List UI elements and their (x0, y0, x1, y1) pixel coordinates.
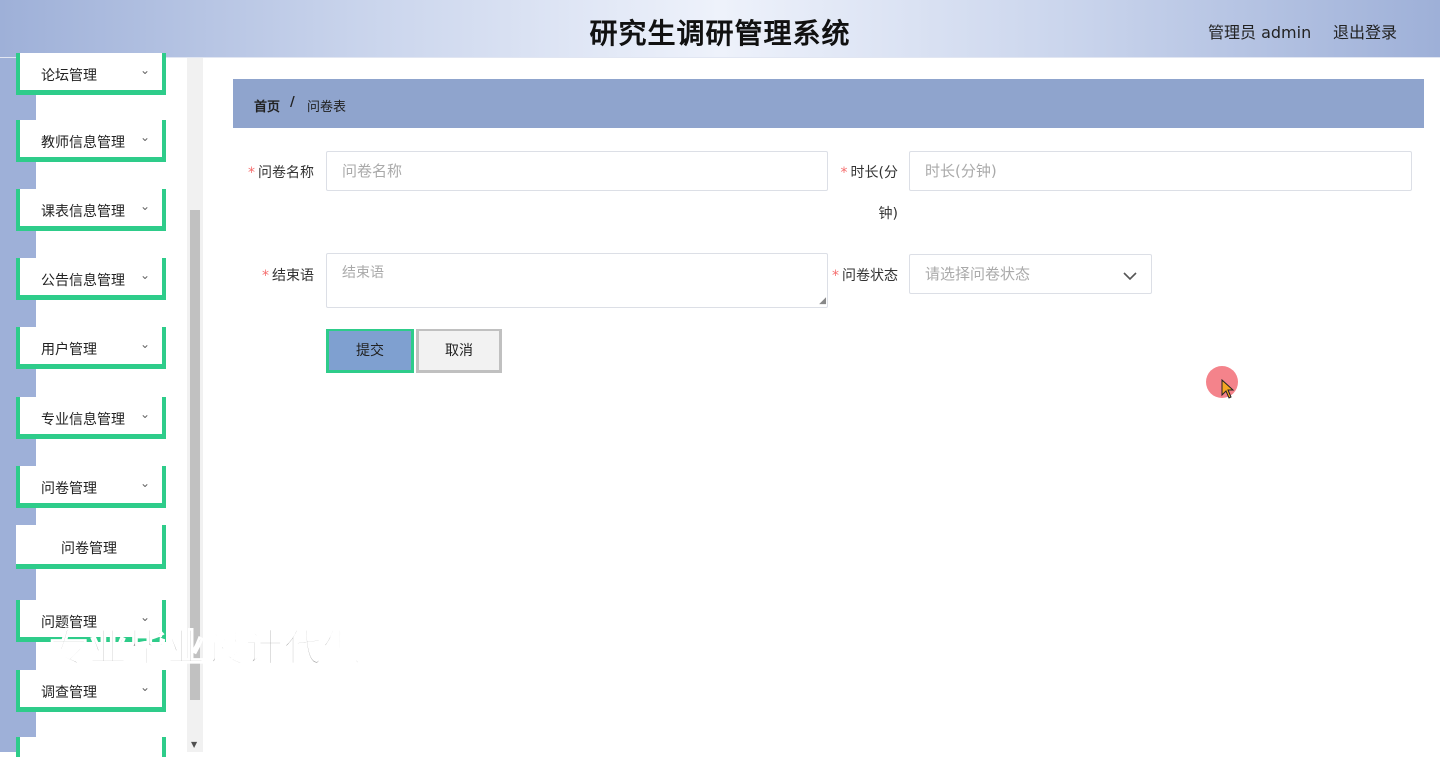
sidebar-item-label: 问卷管理 (41, 481, 97, 497)
sidebar-item-label: 用户管理 (41, 342, 97, 358)
logout-link[interactable]: 退出登录 (1333, 19, 1397, 43)
closing-words-textarea[interactable]: 结束语 ◢ (326, 253, 828, 308)
questionnaire-name-label: * 问卷名称 (248, 165, 314, 181)
chevron-down-icon (1123, 263, 1137, 301)
required-mark: * (832, 268, 839, 284)
sidebar-item-notice-info[interactable]: 公告信息管理 ⌄ (16, 258, 166, 300)
sidebar-item-label: 公告信息管理 (41, 273, 125, 289)
sidebar-item-label: 论坛管理 (41, 68, 97, 84)
sidebar-item-users[interactable]: 用户管理 ⌄ (16, 327, 166, 369)
current-user-label: 管理员 admin (1208, 23, 1312, 42)
scroll-down-arrow-icon[interactable]: ▼ (191, 740, 197, 749)
duration-placeholder: 时长(分钟) (925, 162, 997, 180)
chevron-down-icon: ⌄ (140, 63, 151, 77)
duration-input[interactable]: 时长(分钟) (909, 151, 1412, 191)
breadcrumb-current: 问卷表 (307, 100, 347, 115)
sidebar-item-label: 课表信息管理 (41, 204, 125, 220)
questionnaire-name-input[interactable]: 问卷名称 (326, 151, 828, 191)
closing-words-label: * 结束语 (262, 268, 314, 284)
sidebar-item-teacher-info[interactable]: 教师信息管理 ⌄ (16, 120, 166, 162)
sidebar-subitem-questionnaire[interactable]: 问卷管理 (16, 525, 166, 569)
breadcrumb-home-link[interactable]: 首页 (254, 96, 280, 115)
breadcrumb-separator: / (290, 95, 295, 110)
required-mark: * (262, 268, 269, 284)
chevron-down-icon: ⌄ (140, 407, 151, 421)
sidebar-item-label: 教师信息管理 (41, 135, 125, 151)
chevron-down-icon: ⌄ (140, 680, 151, 694)
sidebar-subitem-label: 问卷管理 (61, 541, 117, 557)
submit-button[interactable]: 提交 (326, 329, 414, 373)
questionnaire-name-placeholder: 问卷名称 (342, 162, 403, 180)
chevron-down-icon: ⌄ (140, 130, 151, 144)
questionnaire-status-label: * 问卷状态 (832, 268, 898, 284)
chevron-down-icon: ⌄ (140, 268, 151, 282)
sidebar-item-survey[interactable]: 调查管理 ⌄ (16, 670, 166, 712)
sidebar-item-forum[interactable]: 论坛管理 ⌄ (16, 53, 166, 95)
duration-label: * 时长(分 (840, 165, 898, 181)
sidebar-item-major-info[interactable]: 专业信息管理 ⌄ (16, 397, 166, 439)
mouse-pointer-icon (1221, 379, 1235, 399)
required-mark: * (840, 165, 848, 181)
sidebar-item-label: 专业信息管理 (41, 412, 125, 428)
sidebar-item-next[interactable] (16, 737, 166, 757)
chevron-down-icon: ⌄ (140, 337, 151, 351)
questionnaire-status-placeholder: 请选择问卷状态 (925, 265, 1031, 283)
sidebar-item-questionnaire[interactable]: 问卷管理 ⌄ (16, 466, 166, 508)
sidebar-item-label: 调查管理 (41, 685, 97, 701)
watermark-text: 专业毕业设计代做 (49, 625, 363, 671)
sidebar-item-schedule-info[interactable]: 课表信息管理 ⌄ (16, 189, 166, 231)
questionnaire-status-select[interactable]: 请选择问卷状态 (909, 254, 1152, 294)
chevron-down-icon: ⌄ (140, 199, 151, 213)
closing-words-placeholder: 结束语 (342, 265, 384, 281)
resize-handle-icon[interactable]: ◢ (819, 296, 826, 306)
required-mark: * (248, 165, 255, 181)
duration-label-line2: 钟) (878, 206, 898, 222)
top-header: 研究生调研管理系统 管理员 admin 退出登录 (0, 0, 1440, 58)
chevron-down-icon: ⌄ (140, 476, 151, 490)
cancel-button[interactable]: 取消 (416, 329, 502, 373)
breadcrumb: 首页 / 问卷表 (233, 79, 1424, 128)
